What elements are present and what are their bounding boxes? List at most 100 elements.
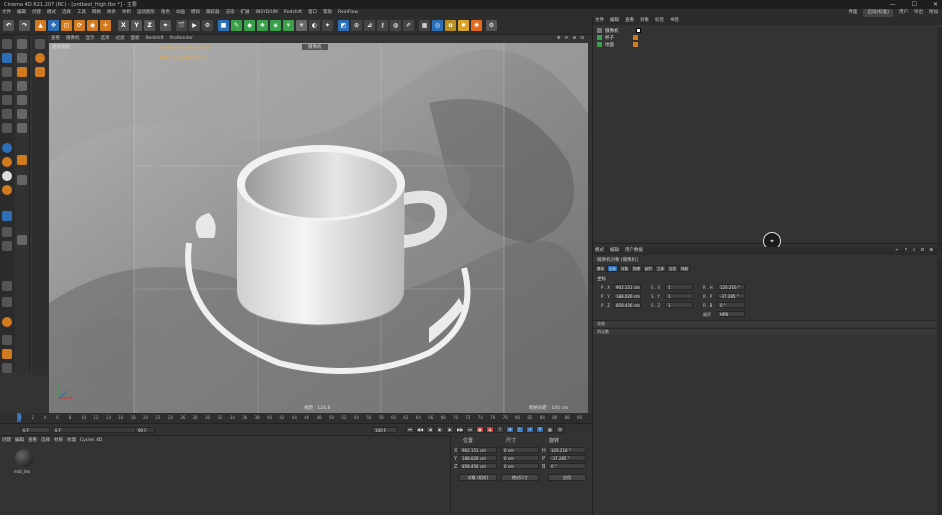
tab-stereo[interactable]: 立体: [655, 265, 666, 272]
edges-mode-icon[interactable]: [2, 109, 12, 119]
vp-menu-filter[interactable]: 过滤: [116, 35, 125, 43]
menu-realflow[interactable]: RealFlow: [338, 9, 358, 17]
user-label[interactable]: 用户: [899, 9, 908, 17]
material-swatch[interactable]: [15, 449, 33, 467]
axis-x-button[interactable]: X: [118, 20, 129, 31]
attr-rp[interactable]: -37.285 °: [717, 293, 745, 299]
play-icon[interactable]: ▶: [436, 426, 444, 433]
menu-mesh[interactable]: 网格: [92, 9, 101, 17]
material-tag-icon[interactable]: [633, 35, 639, 40]
render-settings-icon[interactable]: ⚙: [202, 20, 213, 31]
vp-menu-view[interactable]: 查看: [51, 35, 60, 43]
mat-menu-edit[interactable]: 编辑: [15, 437, 24, 444]
soft-selection-icon[interactable]: [2, 335, 12, 345]
x-particles-icon[interactable]: [2, 157, 12, 167]
stitch-icon[interactable]: [17, 155, 27, 165]
mat-menu-material[interactable]: 材质: [54, 437, 63, 444]
timeline-menu-icon[interactable]: ☰: [556, 426, 564, 433]
object-name[interactable]: 地面: [605, 42, 614, 48]
menu-simulate[interactable]: 模拟: [191, 9, 200, 17]
attr-sy[interactable]: 1: [665, 293, 693, 299]
coord-pos-z[interactable]: 858.456 cm: [459, 463, 497, 469]
menu-character[interactable]: 角色: [161, 9, 170, 17]
redshift-ipr-icon[interactable]: ◎: [432, 20, 443, 31]
keyframe-selection-icon[interactable]: ?: [496, 426, 504, 433]
viewport-zoom-nav-icon[interactable]: ⊕: [572, 35, 576, 43]
menu-select[interactable]: 选择: [62, 9, 71, 17]
deformer-icon[interactable]: ◈: [270, 20, 281, 31]
goto-end-icon[interactable]: ⏭: [466, 426, 474, 433]
menu-volume[interactable]: 体积: [122, 9, 131, 17]
next-frame-icon[interactable]: ▶: [446, 426, 454, 433]
am-menu-userdata[interactable]: 用户数据: [625, 247, 643, 255]
prev-key-icon[interactable]: ◀◀: [416, 426, 424, 433]
coord-size-x[interactable]: 0 cm: [501, 447, 539, 453]
apply-button[interactable]: 应用: [548, 474, 586, 481]
subdivision-icon[interactable]: ◆: [244, 20, 255, 31]
menu-tracker[interactable]: 跟踪器: [206, 9, 220, 17]
paint-brush-icon[interactable]: [2, 349, 12, 359]
lock-panel-icon[interactable]: ⊡: [920, 247, 924, 255]
rotate-icon[interactable]: ⟳: [74, 20, 85, 31]
om-menu-edit[interactable]: 编辑: [610, 17, 619, 25]
polygon-pen-icon[interactable]: [17, 53, 27, 63]
menu-tools[interactable]: 工具: [77, 9, 86, 17]
record-icon[interactable]: ●: [476, 426, 484, 433]
render-region-icon[interactable]: 🎬: [176, 20, 187, 31]
tab-coord[interactable]: 坐标: [607, 265, 618, 272]
texture-mode-icon[interactable]: [2, 67, 12, 77]
weld-icon[interactable]: [17, 123, 27, 133]
live-select-icon[interactable]: ▲: [35, 20, 46, 31]
attr-pz[interactable]: 858.456 cm: [613, 302, 641, 308]
knife-icon[interactable]: [2, 281, 12, 291]
viewport-move-nav-icon[interactable]: ✥: [557, 35, 561, 43]
workplane-mode-icon[interactable]: [2, 81, 12, 91]
viewport-layout-icon[interactable]: ⊡: [580, 35, 584, 43]
view-move-icon[interactable]: [35, 39, 45, 49]
workplane-icon[interactable]: ⊿: [364, 20, 375, 31]
tab-basic[interactable]: 基本: [595, 265, 606, 272]
emitter-icon[interactable]: ✸: [458, 20, 469, 31]
material-name[interactable]: mat_tex: [14, 469, 30, 474]
menu-create[interactable]: 创建: [32, 9, 41, 17]
coordinate-system-icon[interactable]: ⌖: [160, 20, 171, 31]
object-row-ground[interactable]: 地面 ⁚: [593, 41, 936, 48]
axis-y-button[interactable]: Y: [131, 20, 142, 31]
smooth-icon[interactable]: [17, 175, 27, 185]
object-name[interactable]: 杯子: [605, 35, 614, 41]
attr-rh[interactable]: 126.216 °: [717, 284, 745, 290]
recent-tool-icon[interactable]: ◉: [87, 20, 98, 31]
om-menu-file[interactable]: 文件: [595, 17, 604, 25]
key-rotation-icon[interactable]: ⟳: [526, 426, 534, 433]
coord-size-z[interactable]: 0 cm: [501, 463, 539, 469]
field-icon[interactable]: ⚘: [283, 20, 294, 31]
sphere-icon[interactable]: [2, 171, 12, 181]
key-scale-icon[interactable]: ◰: [516, 426, 524, 433]
view-zoom-icon[interactable]: [35, 67, 45, 77]
prev-frame-icon[interactable]: ◀: [426, 426, 434, 433]
tab-composition[interactable]: 合成: [667, 265, 678, 272]
magnet-icon[interactable]: [2, 317, 12, 327]
make-editable-icon[interactable]: [2, 39, 12, 49]
menu-mograph[interactable]: 运动图形: [137, 9, 155, 17]
object-row-camera[interactable]: 摄像机 ⁚: [593, 27, 936, 34]
attribute-scrollbar[interactable]: [937, 257, 942, 515]
attr-py[interactable]: 188.026 cm: [613, 293, 641, 299]
tab-physical[interactable]: 物理: [631, 265, 642, 272]
mat-menu-texture[interactable]: 纹理: [67, 437, 76, 444]
menu-insydium[interactable]: INSYDIUM: [256, 9, 278, 17]
camera-selector[interactable]: 摄像机: [302, 44, 328, 50]
vp-menu-cameras[interactable]: 摄像机: [66, 35, 80, 43]
settings-icon[interactable]: ⚙: [486, 20, 497, 31]
lock-icon[interactable]: ⚷: [377, 20, 388, 31]
order-select[interactable]: HPB: [717, 311, 745, 317]
object-name[interactable]: 摄像机: [605, 28, 619, 34]
menu-extensions[interactable]: 扩展: [241, 9, 250, 17]
tab-spherical[interactable]: 球面: [679, 265, 690, 272]
menu-animate[interactable]: 动画: [176, 9, 185, 17]
axis-icon[interactable]: [2, 241, 12, 251]
mat-menu-create[interactable]: 创建: [2, 437, 11, 444]
light-icon[interactable]: ✦: [322, 20, 333, 31]
object-row-cup[interactable]: 杯子 ⁚: [593, 34, 936, 41]
vp-menu-options[interactable]: 选项: [101, 35, 110, 43]
